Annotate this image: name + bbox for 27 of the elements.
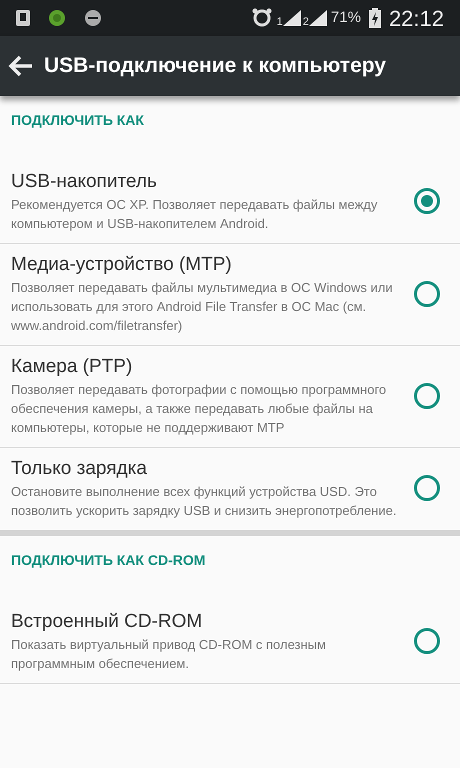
radio-button[interactable] — [414, 280, 440, 306]
option-title: Встроенный CD-ROM — [11, 610, 204, 634]
option-title: Только зарядка — [11, 457, 148, 481]
battery-charging-icon — [368, 8, 381, 28]
back-arrow-icon[interactable] — [8, 54, 34, 78]
alarm-icon — [250, 8, 273, 28]
section-header: ПОДКЛЮЧИТЬ КАК — [10, 111, 145, 130]
signal-icon — [308, 10, 327, 26]
radio-button[interactable] — [414, 188, 440, 214]
clock: 22:12 — [388, 4, 444, 32]
sim-label: 2 — [302, 14, 309, 30]
option-title: Медиа-устройство (MTP) — [11, 253, 233, 277]
option-summary: Позволяет передавать файлы мультимедиа в ОС Windows или использовать для этого Android File Transfer в ОС Mac (см. www.android.com/filetransfer) — [11, 279, 394, 335]
option-summary: Позволяет передавать фотографии с помощью программного обеспечения камеры, а также передавать любые файлы на компьютеры, которые не поддерживают MTP — [11, 381, 388, 437]
option-summary: Рекомендуется ОС XP. Позволяет передавать файлы между компьютером и USB-накопителем Android. — [11, 196, 378, 233]
signal-icon — [282, 10, 301, 26]
battery-percent: 71% — [330, 8, 361, 28]
option-title: USB-накопитель — [11, 170, 158, 194]
radio-button[interactable] — [414, 382, 440, 408]
option-summary: Показать виртуальный привод CD-ROM с полезным программным обеспечением. — [11, 636, 327, 673]
option-summary: Остановите выполнение всех функций устройства USD. Это позволить ускорить зарядку USB и снизить энергопотребление. — [11, 483, 398, 520]
option-title: Камера (PTP) — [11, 355, 134, 379]
radio-button[interactable] — [414, 475, 440, 501]
section-header: ПОДКЛЮЧИТЬ КАК CD-ROM — [10, 551, 206, 570]
sim-label: 1 — [276, 14, 283, 30]
screen-title: USB-подключение к компьютеру — [44, 53, 386, 80]
radio-button[interactable] — [414, 628, 440, 654]
